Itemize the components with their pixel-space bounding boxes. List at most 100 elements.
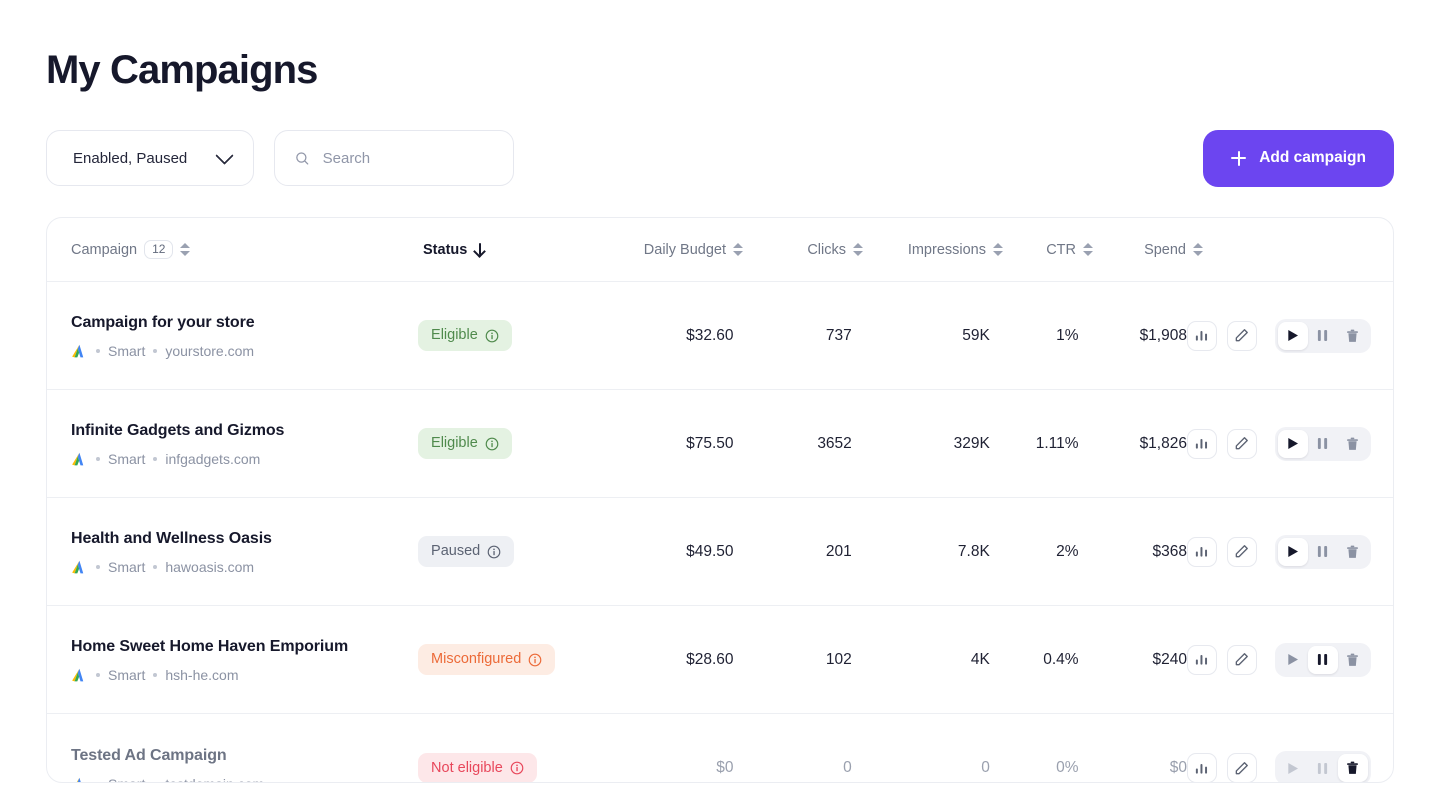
page-title: My Campaigns — [46, 0, 1394, 96]
table-row[interactable]: Campaign for your store Smart yourstore.… — [47, 282, 1393, 390]
campaign-domain: yourstore.com — [165, 343, 254, 359]
play-button[interactable] — [1278, 646, 1308, 674]
status-badge-label: Eligible — [431, 436, 478, 451]
delete-button[interactable] — [1338, 754, 1368, 782]
column-header-ctr-label: CTR — [1046, 242, 1076, 258]
add-campaign-button[interactable]: Add campaign — [1203, 130, 1394, 187]
view-stats-button[interactable] — [1187, 645, 1217, 675]
column-header-clicks[interactable]: Clicks — [743, 242, 863, 258]
column-header-daily-budget-label: Daily Budget — [644, 242, 726, 258]
edit-campaign-button[interactable] — [1227, 321, 1257, 351]
pause-button[interactable] — [1308, 646, 1338, 674]
column-header-campaign[interactable]: Campaign 12 — [71, 240, 423, 259]
campaigns-page: My Campaigns Enabled, Paused Add campaig… — [0, 0, 1440, 800]
view-stats-button[interactable] — [1187, 753, 1217, 783]
clicks-value: 3652 — [734, 435, 852, 453]
play-button[interactable] — [1278, 322, 1308, 350]
pencil-icon — [1234, 436, 1249, 451]
table-row[interactable]: Health and Wellness Oasis Smart hawoasis… — [47, 498, 1393, 606]
status-badge[interactable]: Eligible — [418, 320, 512, 351]
separator-dot — [153, 673, 157, 677]
google-ads-icon — [71, 776, 88, 784]
search-box[interactable] — [274, 130, 514, 186]
info-icon — [485, 329, 499, 343]
delete-button[interactable] — [1338, 430, 1368, 458]
campaign-name: Campaign for your store — [71, 312, 255, 334]
column-header-ctr[interactable]: CTR — [1003, 242, 1093, 258]
ctr-value: 2% — [990, 543, 1079, 561]
ctr-value: 0.4% — [990, 651, 1079, 669]
column-header-status-label: Status — [423, 242, 467, 258]
campaign-cell: Tested Ad Campaign Smart testdomain.com — [71, 745, 418, 784]
delete-button[interactable] — [1338, 322, 1368, 350]
sort-icon — [1193, 242, 1203, 257]
row-actions — [1187, 319, 1393, 353]
trash-icon — [1346, 437, 1359, 451]
table-row[interactable]: Infinite Gadgets and Gizmos Smart infgad… — [47, 390, 1393, 498]
campaign-count-badge: 12 — [144, 240, 173, 259]
play-button[interactable] — [1278, 538, 1308, 566]
search-input[interactable] — [323, 150, 493, 167]
column-header-spend[interactable]: Spend — [1093, 242, 1203, 258]
campaign-channel: Smart — [108, 451, 145, 467]
view-stats-button[interactable] — [1187, 537, 1217, 567]
table-row[interactable]: Home Sweet Home Haven Emporium Smart hsh… — [47, 606, 1393, 714]
daily-budget-value: $49.50 — [595, 543, 733, 561]
info-icon — [485, 437, 499, 451]
trash-icon — [1346, 329, 1359, 343]
play-button[interactable] — [1278, 754, 1308, 782]
info-icon — [487, 545, 501, 559]
table-row[interactable]: Tested Ad Campaign Smart testdomain.com … — [47, 714, 1393, 783]
pause-icon — [1317, 545, 1328, 558]
play-button[interactable] — [1278, 430, 1308, 458]
delete-button[interactable] — [1338, 538, 1368, 566]
status-filter-label: Enabled, Paused — [73, 150, 187, 167]
status-badge[interactable]: Paused — [418, 536, 514, 567]
google-ads-icon — [71, 451, 88, 467]
column-header-impressions[interactable]: Impressions — [863, 242, 1003, 258]
campaign-state-toggle — [1275, 427, 1371, 461]
campaign-state-toggle — [1275, 319, 1371, 353]
spend-value: $1,826 — [1079, 435, 1187, 453]
info-icon — [510, 761, 524, 775]
play-icon — [1287, 653, 1299, 666]
clicks-value: 201 — [734, 543, 852, 561]
separator-dot — [96, 673, 100, 677]
pause-button[interactable] — [1308, 322, 1338, 350]
delete-button[interactable] — [1338, 646, 1368, 674]
daily-budget-value: $28.60 — [595, 651, 733, 669]
toolbar: Enabled, Paused Add campaign — [46, 130, 1394, 186]
column-header-status[interactable]: Status — [423, 242, 603, 258]
bar-chart-icon — [1194, 544, 1209, 559]
edit-campaign-button[interactable] — [1227, 537, 1257, 567]
pause-button[interactable] — [1308, 430, 1338, 458]
pause-icon — [1317, 329, 1328, 342]
sort-icon — [180, 242, 190, 257]
bar-chart-icon — [1194, 436, 1209, 451]
edit-campaign-button[interactable] — [1227, 645, 1257, 675]
status-badge[interactable]: Misconfigured — [418, 644, 555, 675]
status-badge[interactable]: Eligible — [418, 428, 512, 459]
clicks-value: 0 — [734, 759, 852, 777]
status-filter-dropdown[interactable]: Enabled, Paused — [46, 130, 254, 186]
status-cell: Eligible — [418, 428, 595, 459]
pause-button[interactable] — [1308, 754, 1338, 782]
view-stats-button[interactable] — [1187, 429, 1217, 459]
add-campaign-label: Add campaign — [1259, 149, 1366, 167]
ctr-value: 1% — [990, 327, 1079, 345]
edit-campaign-button[interactable] — [1227, 753, 1257, 783]
status-cell: Not eligible — [418, 753, 595, 783]
campaign-name: Home Sweet Home Haven Emporium — [71, 636, 348, 658]
separator-dot — [153, 457, 157, 461]
campaign-cell: Campaign for your store Smart yourstore.… — [71, 312, 418, 359]
edit-campaign-button[interactable] — [1227, 429, 1257, 459]
arrow-down-icon — [474, 243, 485, 257]
trash-icon — [1346, 545, 1359, 559]
campaign-domain: hawoasis.com — [165, 559, 254, 575]
pause-button[interactable] — [1308, 538, 1338, 566]
column-header-daily-budget[interactable]: Daily Budget — [603, 242, 743, 258]
campaign-meta: Smart infgadgets.com — [71, 451, 284, 467]
impressions-value: 59K — [852, 327, 990, 345]
status-badge[interactable]: Not eligible — [418, 753, 537, 783]
view-stats-button[interactable] — [1187, 321, 1217, 351]
